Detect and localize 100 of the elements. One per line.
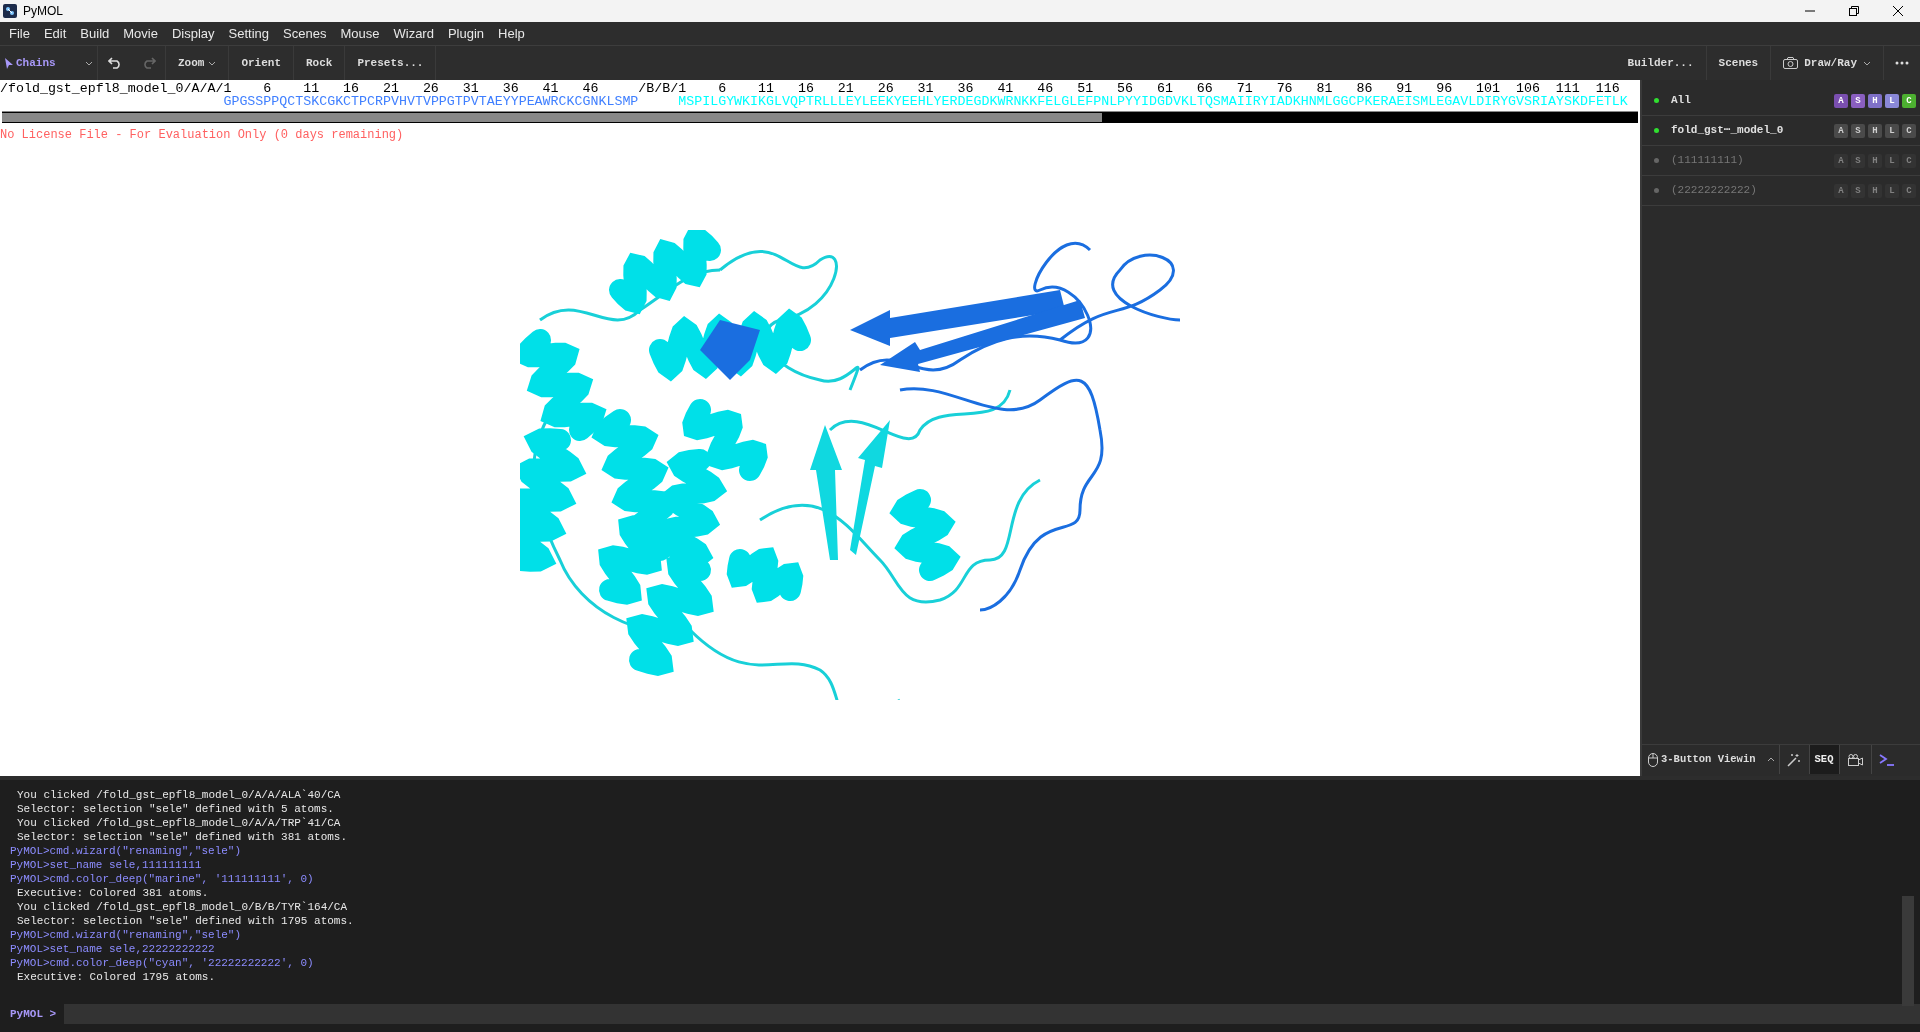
residue-number: 21	[837, 82, 855, 95]
console-line: Selector: selection "sele" defined with 381 atoms.	[16, 830, 349, 844]
residue-number: 91	[1396, 82, 1414, 95]
console-line: Selector: selection "sele" defined with 1795 atoms.	[16, 914, 355, 928]
residue-number: 56	[1117, 82, 1135, 95]
menu-item[interactable]: Plugin	[440, 23, 492, 44]
console-line: PyMOL>set_name sele,22222222222	[10, 942, 216, 956]
mouse-icon	[1648, 752, 1658, 767]
camera-icon	[1783, 57, 1799, 69]
command-input-field[interactable]	[64, 1004, 1920, 1024]
camera-icon	[1847, 753, 1863, 766]
object-action-button[interactable]: A	[1834, 123, 1848, 138]
console-line: Executive: Colored 381 atoms.	[16, 886, 210, 900]
residue-number: 6	[718, 82, 728, 95]
console-line: Selector: selection "sele" defined with 5 atoms.	[16, 802, 335, 816]
object-row[interactable]: fold_gst┅_model_0 A S H L C	[1642, 116, 1920, 146]
console-line: You clicked /fold_gst_epfl8_model_0/A/A/ALA`40/CA	[16, 788, 342, 802]
residue-number: 71	[1236, 82, 1254, 95]
seq-toggle-button[interactable]: SEQ	[1809, 745, 1840, 774]
menu-item[interactable]: Display	[164, 23, 222, 44]
menu-item[interactable]: Movie	[116, 23, 165, 44]
menu-item[interactable]: Help	[491, 23, 532, 44]
residue-number: 86	[1356, 82, 1374, 95]
residue-number: 106	[1515, 82, 1541, 95]
residue-number: 81	[1316, 82, 1334, 95]
console-line: PyMOL>cmd.color_deep("cyan", '22222222222', 0)	[10, 956, 315, 970]
residue-number: 61	[1156, 82, 1174, 95]
console-scrollbar[interactable]	[1902, 896, 1914, 1006]
console-line: PyMOL>cmd.wizard("renaming","sele")	[10, 928, 243, 942]
residue-number: 11	[303, 82, 321, 95]
residue-number: 31	[917, 82, 935, 95]
residue-number: 111	[1555, 82, 1581, 95]
undo-icon	[108, 57, 122, 69]
menu-item[interactable]: File	[2, 23, 37, 44]
residue-number: 46	[1037, 82, 1055, 95]
object-row[interactable]: (22222222222) A S H L C	[1642, 176, 1920, 206]
more-icon	[1895, 61, 1909, 65]
object-action-button[interactable]: L	[1885, 183, 1899, 198]
menu-item[interactable]: Scenes	[276, 23, 334, 44]
object-action-button[interactable]: A	[1834, 93, 1848, 108]
object-action-button[interactable]: C	[1902, 153, 1916, 168]
object-action-button[interactable]: C	[1902, 123, 1916, 138]
pointer-icon	[5, 57, 13, 69]
object-action-button[interactable]: A	[1834, 183, 1848, 198]
object-action-button[interactable]: L	[1885, 123, 1899, 138]
residue-number: 31	[462, 82, 480, 95]
console-line: PyMOL>cmd.wizard("renaming","sele")	[10, 844, 243, 858]
residue-number: 21	[383, 82, 400, 95]
object-action-button[interactable]: S	[1851, 123, 1865, 138]
license-warning: No License File - For Evaluation Only (0 days remaining)	[0, 127, 405, 144]
object-action-button[interactable]: A	[1834, 153, 1848, 168]
menu-item[interactable]: Edit	[36, 23, 74, 44]
object-action-button[interactable]: L	[1885, 93, 1899, 108]
viewer[interactable]	[0, 80, 1640, 776]
menu-item[interactable]: Mouse	[333, 23, 387, 44]
residue-number: 36	[502, 82, 520, 95]
residue-number: 41	[997, 82, 1015, 95]
residue-number: 26	[422, 82, 440, 95]
object-row[interactable]: All A S H L C	[1642, 86, 1920, 116]
object-action-button[interactable]: S	[1851, 183, 1865, 198]
menu-item[interactable]: Setting	[221, 23, 277, 44]
restore-icon	[1849, 6, 1859, 16]
caret-icon	[1863, 60, 1871, 66]
sequence-scrollbar[interactable]	[2, 111, 1638, 123]
chain-label: /fold_gst_epfl8_model_0/A/A/1	[0, 82, 232, 95]
residue-sequence[interactable]: GPGSSPPQCTSKCGKCTPCRPVHVTVPPGTPVTAEYYPEAWRCKCGNKLSMP	[223, 94, 639, 109]
magic-wand-icon	[1787, 752, 1801, 767]
chain-label: /B/B/1	[638, 82, 687, 95]
console-line: You clicked /fold_gst_epfl8_model_0/A/A/TRP`41/CA	[16, 816, 342, 830]
caret-up-icon	[1766, 757, 1775, 762]
console-line: PyMOL>cmd.color_deep("marine", '111111111', 0)	[10, 872, 315, 886]
object-action-button[interactable]: C	[1902, 183, 1916, 198]
object-action-button[interactable]: S	[1851, 153, 1865, 168]
object-action-button[interactable]: L	[1885, 153, 1899, 168]
object-action-button[interactable]: H	[1868, 93, 1882, 108]
residue-number: 76	[1276, 82, 1294, 95]
caret-icon	[85, 60, 93, 66]
command-prompt: PyMOL >	[9, 1006, 58, 1022]
caret-icon	[208, 60, 217, 66]
app-icon	[3, 4, 17, 18]
residue-number: 101	[1476, 82, 1502, 95]
object-action-button[interactable]: H	[1868, 183, 1882, 198]
residue-number: 116	[1595, 82, 1621, 95]
residue-number: 66	[1196, 82, 1214, 95]
object-action-button[interactable]: H	[1868, 153, 1882, 168]
menu-item[interactable]: Wizard	[386, 23, 441, 44]
mouse-mode-button[interactable]: 3-Button Viewin	[1642, 745, 1780, 774]
residue-number: 41	[542, 82, 560, 95]
object-row[interactable]: (111111111) A S H L C	[1642, 146, 1920, 176]
object-name: All	[1671, 93, 1691, 109]
menu-item[interactable]: Build	[73, 23, 117, 44]
window-title: PyMOL	[23, 3, 63, 20]
object-action-button[interactable]: H	[1868, 123, 1882, 138]
residue-number: 36	[957, 82, 975, 95]
console-line: PyMOL>set_name sele,111111111	[10, 858, 203, 872]
residue-number: 26	[877, 82, 895, 95]
residue-number: 16	[343, 82, 361, 95]
object-action-button[interactable]: S	[1851, 93, 1865, 108]
residue-number: 96	[1436, 82, 1454, 95]
terminal-icon	[1878, 753, 1895, 766]
